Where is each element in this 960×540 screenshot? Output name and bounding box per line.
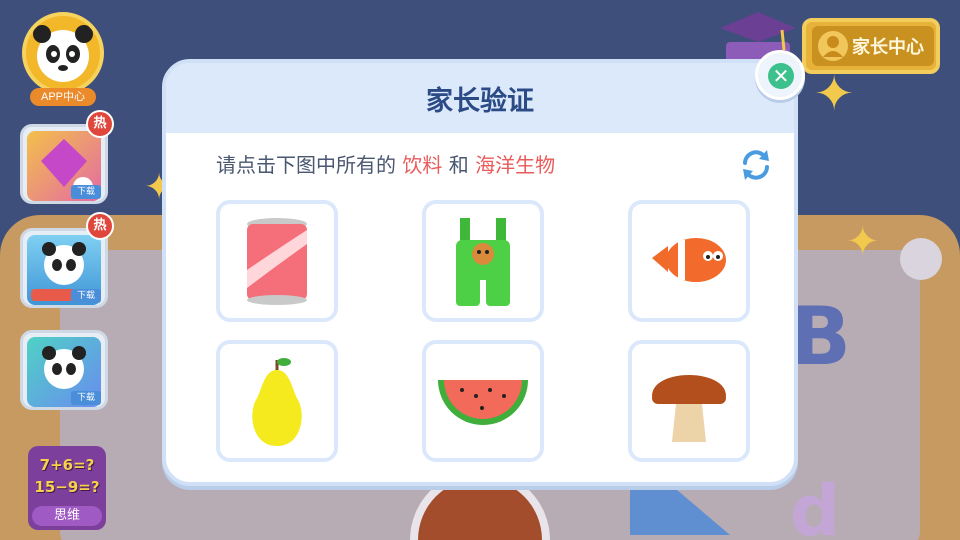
parent-center-button[interactable]: 家长中心	[802, 18, 940, 74]
background-hole	[900, 238, 942, 280]
mushroom-icon	[652, 375, 726, 442]
instruction-prefix: 请点击下图中所有的	[216, 153, 396, 177]
choice-clownfish[interactable]	[628, 200, 750, 322]
sidebar-app-panda[interactable]: 下载	[20, 330, 108, 410]
star-decoration-icon: ✦	[846, 219, 880, 265]
choice-mushroom[interactable]	[628, 340, 750, 462]
panda-avatar-icon	[33, 25, 93, 82]
instruction-conjunction: 和	[448, 153, 469, 177]
math-expression: 7+6=?	[39, 456, 95, 474]
download-label: 下载	[71, 185, 101, 199]
close-icon: ✕	[768, 63, 794, 89]
download-label: 下载	[71, 391, 101, 405]
hot-badge: 热	[86, 212, 114, 240]
verification-instruction: 请点击下图中所有的 饮料 和 海洋生物	[216, 149, 555, 179]
app-center-button[interactable]	[22, 12, 104, 94]
close-button[interactable]: ✕	[755, 50, 805, 100]
background-letter-d: d	[790, 470, 841, 540]
pear-icon	[252, 358, 302, 446]
clownfish-icon	[652, 238, 726, 282]
category-drinks: 饮料	[402, 153, 443, 177]
choice-soda-can[interactable]	[216, 200, 338, 322]
parent-center-inner: 家长中心	[812, 26, 934, 66]
math-game-tile[interactable]: 7+6=? 15−9=? 思维	[28, 446, 106, 530]
background-letter-b: B	[790, 290, 851, 383]
soda-can-icon	[247, 218, 307, 305]
star-decoration-icon: ✦	[814, 66, 855, 122]
category-sea-creatures: 海洋生物	[475, 153, 556, 177]
refresh-button[interactable]	[738, 147, 774, 183]
hot-badge: 热	[86, 110, 114, 138]
watermelon-icon	[438, 380, 528, 425]
download-label: 下载	[71, 289, 101, 303]
parent-icon	[818, 31, 848, 61]
app-center-label: APP中心	[30, 88, 96, 106]
parent-center-label: 家长中心	[852, 37, 924, 58]
choice-overalls[interactable]	[422, 200, 544, 322]
math-tile-label: 思维	[32, 506, 102, 526]
math-expression: 15−9=?	[34, 478, 100, 496]
overalls-icon	[456, 218, 510, 306]
refresh-icon	[743, 150, 769, 180]
choice-watermelon[interactable]	[422, 340, 544, 462]
parent-verification-dialog: 家长验证 请点击下图中所有的 饮料 和 海洋生物	[162, 59, 798, 486]
dialog-title: 家长验证	[426, 86, 534, 117]
sidebar-app-babybus[interactable]: 下载	[20, 228, 108, 308]
choice-pear[interactable]	[216, 340, 338, 462]
